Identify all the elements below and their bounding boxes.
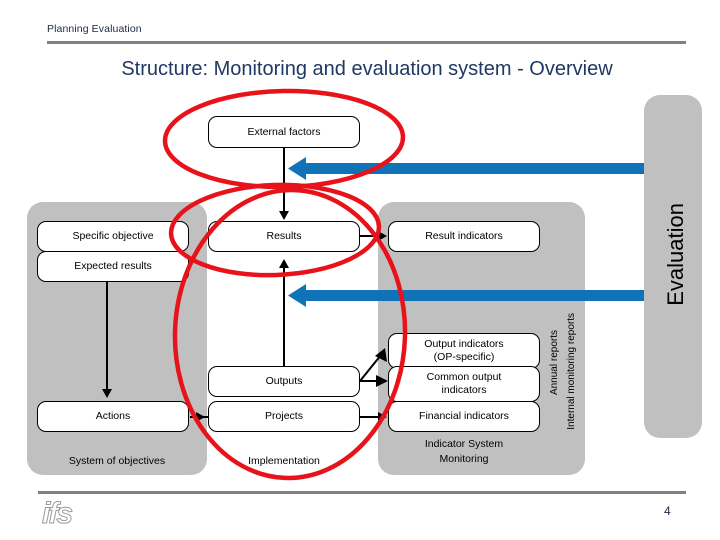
box-outputs[interactable]: Outputs xyxy=(208,366,360,397)
connector-outputs-to-results xyxy=(283,268,285,366)
caption-indicator-system-line2: Monitoring xyxy=(439,453,489,465)
box-specific-objective[interactable]: Specific objective xyxy=(37,221,189,252)
page-number: 4 xyxy=(664,504,671,518)
box-output-indicators-line1: Output indicators xyxy=(424,338,504,350)
label-annual-reports: Annual reports xyxy=(549,330,560,396)
box-results[interactable]: Results xyxy=(208,221,360,252)
blue-arrow-upper xyxy=(288,157,644,180)
box-common-output-indicators-line2: indicators xyxy=(441,384,487,396)
connector-results-to-result-indicators xyxy=(360,235,380,237)
caption-system-of-objectives: System of objectives xyxy=(68,455,166,467)
caption-evaluation: Evaluation xyxy=(663,203,688,306)
footer-divider xyxy=(38,491,686,494)
caption-indicator-system-line1: Indicator System xyxy=(424,438,504,450)
box-common-output-indicators[interactable]: Common output indicators xyxy=(388,366,540,402)
connector-projects-to-financial-indicators xyxy=(360,416,380,418)
box-external-factors[interactable]: External factors xyxy=(208,116,360,148)
label-internal-monitoring-reports: Internal monitoring reports xyxy=(566,313,577,430)
arrowhead-external-to-results xyxy=(279,211,289,220)
box-output-indicators[interactable]: Output indicators (OP-specific) xyxy=(388,333,540,369)
header-kicker: Planning Evaluation xyxy=(47,23,142,35)
caption-implementation: Implementation xyxy=(248,455,320,467)
box-projects[interactable]: Projects xyxy=(208,401,360,432)
box-expected-results[interactable]: Expected results xyxy=(37,251,189,282)
brand-logo: ifs xyxy=(41,497,73,531)
arrowhead-results-to-result-indicators xyxy=(378,231,387,241)
slide-canvas: Planning Evaluation Structure: Monitorin… xyxy=(0,0,720,540)
connector-expected-results-to-actions xyxy=(106,281,108,391)
header-divider xyxy=(47,41,686,44)
caption-indicator-system-monitoring: Indicator System Monitoring xyxy=(388,437,540,467)
page-title: Structure: Monitoring and evaluation sys… xyxy=(121,58,613,80)
arrowhead-outputs-to-results xyxy=(279,259,289,268)
box-financial-indicators[interactable]: Financial indicators xyxy=(388,401,540,432)
box-actions[interactable]: Actions xyxy=(37,401,189,432)
connector-external-to-results xyxy=(283,148,285,213)
box-result-indicators[interactable]: Result indicators xyxy=(388,221,540,252)
box-output-indicators-line2: (OP-specific) xyxy=(433,351,495,363)
box-common-output-indicators-line1: Common output xyxy=(426,371,502,383)
arrowhead-actions-to-projects xyxy=(196,412,205,422)
arrowhead-projects-to-financial-indicators xyxy=(378,412,387,422)
arrowhead-expected-results-to-actions xyxy=(102,389,112,398)
